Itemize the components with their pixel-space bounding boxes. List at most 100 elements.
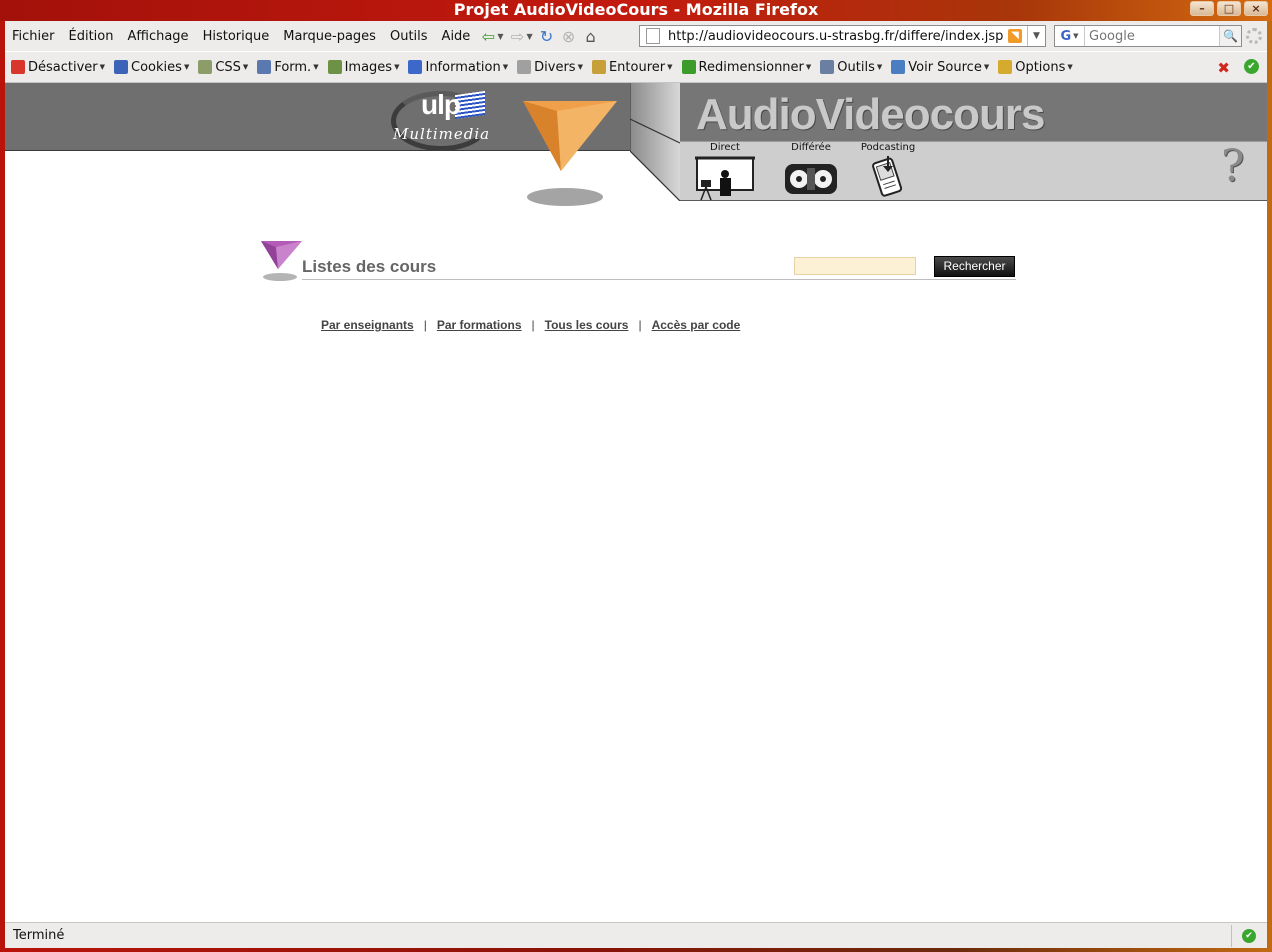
- dropdown-arrow-icon: ▼: [99, 63, 106, 71]
- courses-header: Listes des cours Rechercher: [258, 239, 1016, 309]
- search-bar: G▼ 🔍: [1054, 25, 1242, 47]
- forward-arrow-icon[interactable]: ⇨: [506, 25, 528, 47]
- maximize-button[interactable]: □: [1217, 1, 1241, 16]
- dropdown-arrow-icon: ▼: [1067, 63, 1073, 71]
- devbar-cookies[interactable]: Cookies ▼: [114, 60, 189, 75]
- devbar-item-label: Divers: [534, 59, 576, 75]
- menu-affichage[interactable]: Affichage: [120, 29, 195, 44]
- search-engine-google-icon[interactable]: G ▼: [1055, 26, 1085, 46]
- dropdown-arrow-icon: ▼: [242, 63, 249, 71]
- devbar-item-label: CSS: [215, 59, 241, 75]
- url-history-dropdown-icon[interactable]: ▼: [1027, 26, 1045, 46]
- reload-icon[interactable]: ↻: [536, 25, 558, 47]
- logo-subtitle: Multimedia: [393, 125, 491, 143]
- menu-aide[interactable]: Aide: [435, 29, 478, 44]
- nav-differee-label: Différée: [791, 142, 831, 153]
- forward-history-dropdown-icon[interactable]: ▼: [526, 32, 532, 41]
- banner-wedge: [630, 83, 680, 201]
- minimize-button[interactable]: –: [1190, 1, 1214, 16]
- help-question-icon[interactable]: ?: [1221, 145, 1245, 189]
- back-arrow-icon[interactable]: ⇦: [477, 25, 499, 47]
- site-title: AudioVideocours: [696, 90, 1045, 139]
- devbar-item-label: Désactiver: [28, 59, 98, 75]
- link-separator: |: [423, 318, 427, 332]
- devbar-status: ✖ ✔: [1217, 59, 1259, 77]
- stop-icon[interactable]: ⊗: [558, 25, 580, 47]
- back-history-dropdown-icon[interactable]: ▼: [497, 32, 503, 41]
- devbar-item-label: Redimensionner: [698, 59, 804, 75]
- menu-marque-pages[interactable]: Marque-pages: [276, 29, 383, 44]
- orange-pyramid-icon: [523, 101, 617, 206]
- url-bar[interactable]: http://audiovideocours.u-strasbg.fr/diff…: [639, 25, 1046, 47]
- devbar-options[interactable]: Options ▼: [998, 60, 1073, 75]
- window-frame: Projet AudioVideoCours - Mozilla Firefox…: [0, 0, 1272, 952]
- ulp-multimedia-logo[interactable]: ulp Multimedia: [391, 89, 491, 151]
- devbar-item-label: Information: [425, 59, 501, 75]
- devbar-redimensionner[interactable]: Redimensionner ▼: [681, 59, 811, 75]
- devbar-d-sactiver[interactable]: Désactiver ▼: [11, 60, 105, 75]
- cookie-person-icon: [114, 60, 129, 74]
- nav-direct-label: Direct: [710, 142, 740, 153]
- search-input[interactable]: [1085, 28, 1219, 44]
- nav-direct[interactable]: Direct: [690, 142, 760, 201]
- devbar-divers[interactable]: Divers ▼: [517, 60, 583, 75]
- nav-podcasting[interactable]: Podcasting: [853, 142, 923, 200]
- devbar-information[interactable]: Information ▼: [408, 60, 508, 75]
- devbar-item-label: Cookies: [131, 59, 182, 75]
- devbar-item-label: Options: [1015, 59, 1066, 75]
- dropdown-arrow-icon: ▼: [183, 63, 190, 71]
- validation-ok-icon[interactable]: ✔: [1244, 59, 1259, 74]
- link-tous-les-cours[interactable]: Tous les cours: [545, 318, 629, 332]
- banner-right: AudioVideocours Direct Différée Podcasti…: [680, 83, 1267, 201]
- close-window-button[interactable]: ×: [1244, 1, 1268, 16]
- link-par-enseignants[interactable]: Par enseignants: [321, 318, 414, 332]
- web-page: ulp Multimedia AudioVideocours Direct Di…: [5, 83, 1267, 922]
- throbber-icon: [1246, 28, 1262, 44]
- magnifier-icon[interactable]: 🔍: [1219, 26, 1241, 46]
- menu-historique[interactable]: Historique: [196, 29, 277, 44]
- devbar-css[interactable]: CSS ▼: [198, 60, 248, 75]
- devbar-images[interactable]: Images ▼: [327, 60, 399, 75]
- link-separator: |: [638, 318, 642, 332]
- home-icon[interactable]: ⌂: [580, 25, 602, 47]
- image-icon: [327, 60, 342, 74]
- devbar-entourer[interactable]: Entourer ▼: [591, 59, 673, 75]
- wrench-icon: [820, 60, 835, 74]
- browser-client: Fichier Édition Affichage Historique Mar…: [5, 21, 1267, 948]
- devbar-voir-source[interactable]: Voir Source ▼: [891, 60, 989, 75]
- outline-pen-icon: [591, 60, 606, 74]
- rss-feed-icon[interactable]: ◥: [1008, 29, 1022, 43]
- course-search-input[interactable]: [794, 257, 916, 275]
- link-par-formations[interactable]: Par formations: [437, 318, 522, 332]
- form-icon: [257, 60, 272, 74]
- link-separator: |: [531, 318, 535, 332]
- info-icon: [408, 60, 423, 74]
- resize-icon: [681, 60, 696, 74]
- devbar-item-label: Voir Source: [908, 59, 982, 75]
- dropdown-arrow-icon: ▼: [577, 63, 583, 71]
- link-acces-par-code[interactable]: Accès par code: [652, 318, 741, 332]
- window-titlebar[interactable]: Projet AudioVideoCours - Mozilla Firefox…: [0, 0, 1272, 21]
- purple-pyramid-icon: [261, 241, 302, 281]
- dropdown-arrow-icon: ▼: [876, 63, 883, 71]
- view-source-icon: [891, 60, 906, 74]
- devbar-outils[interactable]: Outils ▼: [820, 60, 882, 75]
- dropdown-arrow-icon: ▼: [667, 63, 673, 71]
- disable-icon: [11, 60, 25, 74]
- devbar-item-label: Form.: [274, 59, 312, 75]
- status-text: Terminé: [13, 928, 65, 943]
- devbar-form[interactable]: Form. ▼: [257, 59, 319, 75]
- status-ok-icon[interactable]: ✔: [1242, 929, 1256, 943]
- close-toolbar-icon[interactable]: ✖: [1217, 59, 1230, 77]
- menu-outils[interactable]: Outils: [383, 29, 435, 44]
- url-text[interactable]: http://audiovideocours.u-strasbg.fr/diff…: [668, 29, 1008, 44]
- podcasting-device-icon: [872, 156, 903, 197]
- dropdown-arrow-icon: ▼: [502, 63, 509, 71]
- devbar-item-label: Entourer: [608, 59, 666, 75]
- window-controls: – □ ×: [1190, 1, 1268, 16]
- nav-differee[interactable]: Différée: [776, 142, 846, 200]
- menu-edition[interactable]: Édition: [62, 29, 121, 44]
- search-button[interactable]: Rechercher: [934, 256, 1015, 277]
- title-divider: [302, 279, 1016, 280]
- menu-fichier[interactable]: Fichier: [5, 29, 62, 44]
